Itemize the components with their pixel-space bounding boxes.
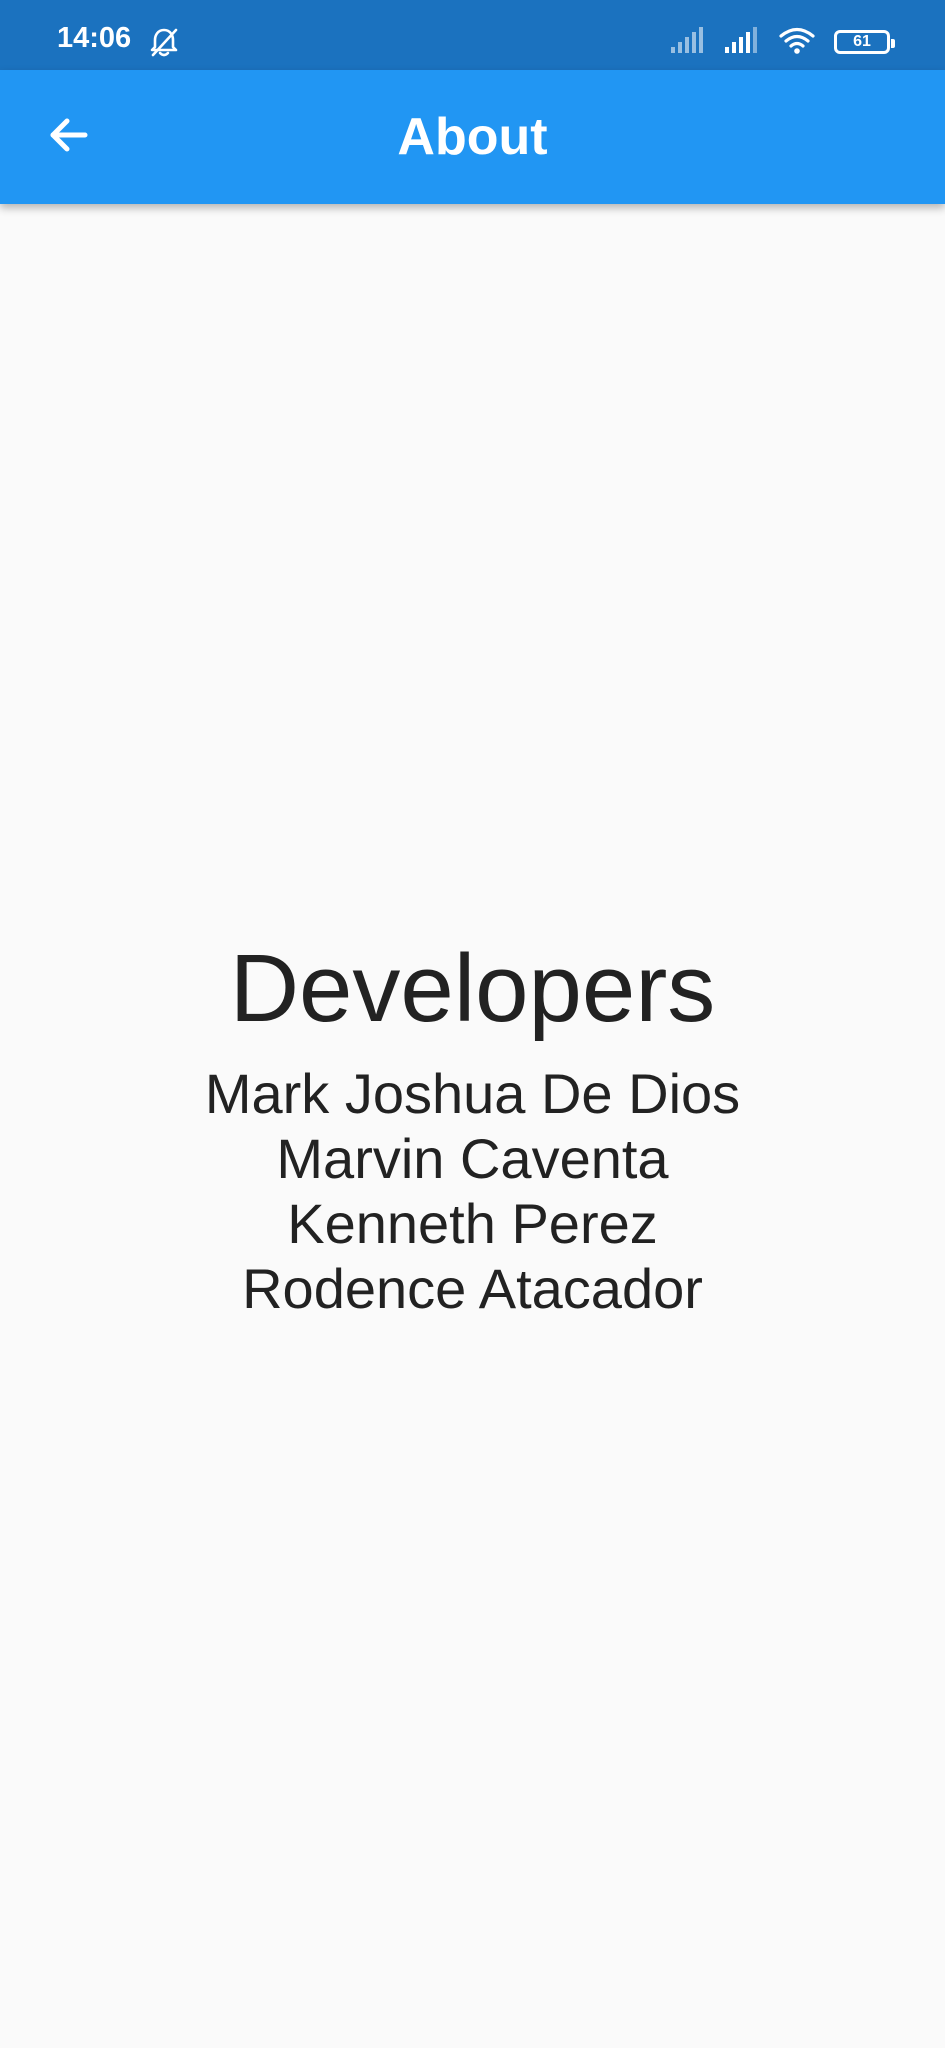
developers-heading: Developers [229, 935, 716, 1043]
about-content: Developers Mark Joshua De Dios Marvin Ca… [0, 204, 945, 2048]
status-icons: 61 [670, 24, 895, 60]
battery-icon: 61 [834, 30, 895, 54]
developer-name: Marvin Caventa [276, 1126, 669, 1190]
status-time: 14:06 [57, 22, 132, 54]
app-bar: About [0, 70, 945, 204]
battery-level: 61 [853, 33, 871, 50]
signal-icon [724, 25, 760, 60]
developer-name: Mark Joshua De Dios [204, 1061, 741, 1125]
developer-name: Rodence Atacador [242, 1256, 703, 1320]
signal-icon [670, 25, 706, 60]
page-title: About [397, 108, 548, 166]
developers-list: Mark Joshua De Dios Marvin Caventa Kenne… [205, 1061, 740, 1321]
developer-name: Kenneth Perez [287, 1191, 658, 1255]
status-bar: 14:06 61 [0, 0, 945, 70]
wifi-icon [778, 25, 816, 60]
notifications-off-icon [147, 25, 181, 59]
